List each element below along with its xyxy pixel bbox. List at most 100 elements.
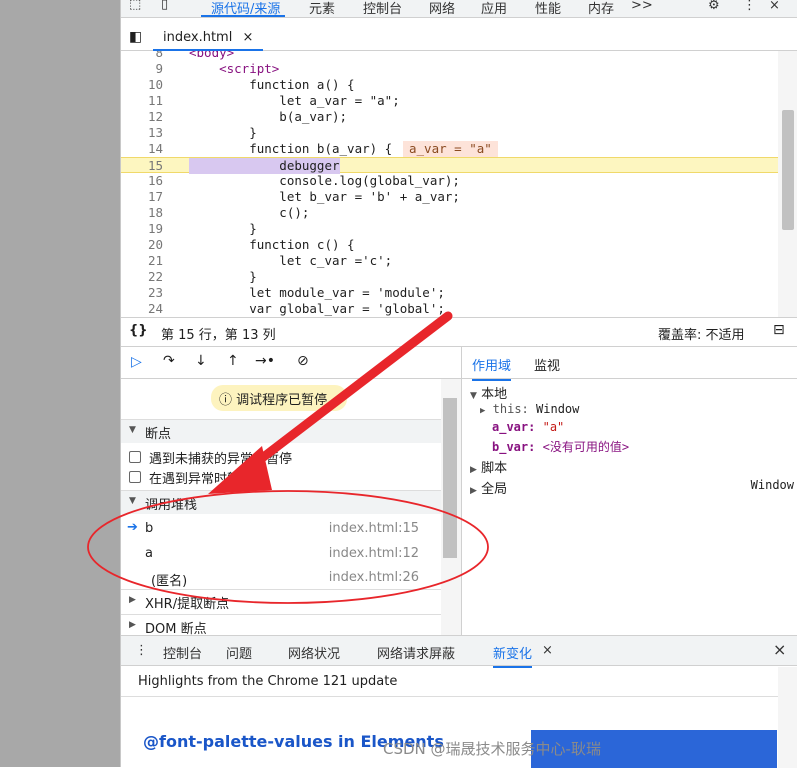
callstack-frame[interactable]: ➔ b index.html:15 bbox=[121, 517, 441, 541]
info-icon: ⓘ bbox=[219, 393, 233, 408]
code-line: 9 <script> bbox=[155, 61, 280, 76]
drawer-tab-network-conditions[interactable]: 网络状况 bbox=[288, 643, 340, 662]
code-line: 16 console.log(global_var); bbox=[147, 173, 460, 188]
tab-memory[interactable]: 内存 bbox=[588, 0, 614, 17]
coverage-status: 覆盖率: 不适用 bbox=[658, 328, 745, 343]
close-tab-icon[interactable]: × bbox=[542, 643, 553, 658]
code-line: 12 b(a_var); bbox=[147, 109, 348, 124]
expand-triangle-icon: ▶ bbox=[129, 620, 136, 630]
editor-status-bar: {} 第 15 行，第 13 列 覆盖率: 不适用 ⊟ bbox=[121, 317, 797, 347]
more-options-icon[interactable]: ⋮ bbox=[743, 0, 756, 13]
inspect-icon[interactable]: ⬚ bbox=[129, 0, 141, 12]
expand-triangle-icon: ▶ bbox=[470, 486, 477, 496]
drawer-tab-request-blocking[interactable]: 网络请求屏蔽 bbox=[377, 643, 455, 662]
paused-code-line: 15 debugger bbox=[121, 157, 778, 174]
drawer-scrollbar[interactable] bbox=[778, 667, 797, 768]
callstack-frame[interactable]: (匿名) index.html:26 bbox=[121, 566, 441, 590]
expand-triangle-icon: ▶ bbox=[129, 595, 136, 605]
deactivate-breakpoints-icon[interactable]: ⊘ bbox=[297, 353, 309, 369]
drawer-tab-console[interactable]: 控制台 bbox=[163, 643, 202, 662]
watermark: CSDN @瑞晟技术服务中心-耿瑞 bbox=[383, 740, 601, 758]
scope-tabs: 作用域 监视 bbox=[462, 347, 797, 381]
code-line: 20 function c() { bbox=[147, 237, 355, 252]
code-line: 23 let module_var = 'module'; bbox=[147, 285, 445, 300]
code-line: 13 } bbox=[147, 125, 257, 140]
file-tab-index[interactable]: index.html × bbox=[153, 27, 264, 51]
drawer-menu-icon[interactable]: ⋮ bbox=[135, 643, 148, 658]
scope-panel: 作用域 监视 ▼ 本地 ▶ this: Window a_var: "a" b_… bbox=[461, 347, 797, 635]
code-line: 14 function b(a_var) {a_var = "a" bbox=[121, 141, 778, 157]
devtools-window: ⬚ ▯ 源代码/来源 元素 控制台 网络 应用 性能 内存 >> ⚙ ⋮ × ◧… bbox=[120, 0, 797, 768]
tab-console[interactable]: 控制台 bbox=[363, 0, 402, 17]
step-icon[interactable]: →• bbox=[255, 353, 275, 369]
file-tab-label: index.html bbox=[163, 30, 233, 45]
scope-a-var[interactable]: a_var: "a" bbox=[492, 420, 564, 434]
step-over-icon[interactable]: ↷ bbox=[163, 353, 175, 369]
drawer-tab-issues[interactable]: 问题 bbox=[226, 643, 252, 662]
code-line: 11 let a_var = "a"; bbox=[147, 93, 400, 108]
device-toolbar-icon[interactable]: ▯ bbox=[161, 0, 168, 12]
pause-caught-checkbox[interactable] bbox=[129, 471, 141, 483]
current-frame-arrow-icon: ➔ bbox=[127, 520, 138, 535]
code-line: 24 var global_var = 'global'; bbox=[147, 301, 445, 316]
scope-global[interactable]: ▶ 全局 Window bbox=[470, 478, 796, 497]
scope-local[interactable]: ▼ 本地 bbox=[470, 383, 507, 402]
whats-new-title: Highlights from the Chrome 121 update bbox=[138, 674, 398, 689]
debugger-sidebar: ⓘ 调试程序已暂停 ▼ 断点 遇到未捕获的异常时暂停 在遇到异常时暂停 ▼ 调用堆栈… bbox=[121, 379, 441, 635]
expand-triangle-icon: ▶ bbox=[470, 465, 477, 475]
collapse-triangle-icon: ▼ bbox=[470, 391, 477, 401]
breakpoints-header[interactable]: ▼ 断点 bbox=[121, 419, 441, 443]
code-line: 22 } bbox=[147, 269, 257, 284]
close-drawer-icon[interactable]: × bbox=[773, 640, 786, 659]
main-toolbar: ⬚ ▯ 源代码/来源 元素 控制台 网络 应用 性能 内存 >> ⚙ ⋮ × bbox=[121, 0, 797, 18]
close-file-icon[interactable]: × bbox=[242, 30, 253, 45]
tab-scope[interactable]: 作用域 bbox=[472, 355, 512, 381]
code-line: 17 let b_var = 'b' + a_var; bbox=[147, 189, 460, 204]
pause-uncaught-checkbox[interactable] bbox=[129, 451, 141, 463]
code-line: 8 <body> bbox=[155, 51, 235, 60]
collapse-triangle-icon: ▼ bbox=[129, 425, 136, 435]
inline-variable-value: a_var = "a" bbox=[403, 141, 498, 157]
code-line: 21 let c_var ='c'; bbox=[147, 253, 393, 268]
active-tab-indicator bbox=[201, 15, 285, 17]
pause-caught-option[interactable]: 在遇到异常时暂停 bbox=[121, 465, 441, 489]
file-tab-bar: ◧ index.html × bbox=[121, 27, 797, 51]
close-devtools-icon[interactable]: × bbox=[769, 0, 780, 13]
tab-watch[interactable]: 监视 bbox=[534, 355, 560, 374]
step-out-icon[interactable]: ↑ bbox=[227, 353, 239, 369]
dom-breakpoints-header[interactable]: ▶ DOM 断点 bbox=[121, 614, 441, 635]
tab-application[interactable]: 应用 bbox=[481, 0, 507, 17]
drawer-tabs: ⋮ 控制台 问题 网络状况 网络请求屏蔽 新变化 × × bbox=[121, 636, 797, 668]
tab-network[interactable]: 网络 bbox=[429, 0, 455, 17]
page-background bbox=[0, 0, 120, 767]
resume-icon[interactable]: ▷ bbox=[131, 354, 142, 370]
divider bbox=[121, 696, 778, 697]
debugger-toolbar: ▷ ↷ ↓ ↑ →• ⊘ bbox=[121, 347, 461, 379]
scope-script[interactable]: ▶ 脚本 bbox=[470, 457, 507, 476]
scope-this[interactable]: ▶ this: Window bbox=[480, 402, 579, 416]
pretty-print-icon[interactable]: {} bbox=[129, 323, 148, 338]
tab-elements[interactable]: 元素 bbox=[309, 0, 335, 17]
code-line: 18 c(); bbox=[147, 205, 310, 220]
editor-scroll-thumb[interactable] bbox=[782, 110, 794, 230]
sidebar-scroll-thumb[interactable] bbox=[443, 398, 457, 558]
collapse-triangle-icon: ▼ bbox=[129, 496, 136, 506]
coverage-icon[interactable]: ⊟ bbox=[773, 322, 785, 338]
code-line: 19 } bbox=[147, 221, 257, 236]
callstack-header[interactable]: ▼ 调用堆栈 bbox=[121, 490, 441, 514]
callstack-frame[interactable]: a index.html:12 bbox=[121, 542, 441, 566]
cursor-position: 第 15 行，第 13 列 bbox=[161, 328, 276, 343]
toggle-navigator-icon[interactable]: ◧ bbox=[129, 29, 142, 45]
scope-b-var[interactable]: b_var: <没有可用的值> bbox=[492, 438, 629, 455]
more-tabs-icon[interactable]: >> bbox=[631, 0, 653, 13]
code-line: 10 function a() { bbox=[147, 77, 355, 92]
code-editor[interactable]: 8 <body> 9 <script> 10 function a() { 11 … bbox=[121, 51, 778, 317]
xhr-breakpoints-header[interactable]: ▶ XHR/提取断点 bbox=[121, 589, 441, 613]
drawer-tab-whats-new[interactable]: 新变化 bbox=[493, 643, 533, 668]
step-into-icon[interactable]: ↓ bbox=[195, 353, 207, 369]
settings-gear-icon[interactable]: ⚙ bbox=[708, 0, 720, 13]
tab-performance[interactable]: 性能 bbox=[535, 0, 561, 17]
paused-message: 调试程序已暂停 bbox=[236, 393, 328, 408]
expand-triangle-icon: ▶ bbox=[480, 406, 486, 416]
paused-banner: ⓘ 调试程序已暂停 bbox=[211, 385, 347, 411]
